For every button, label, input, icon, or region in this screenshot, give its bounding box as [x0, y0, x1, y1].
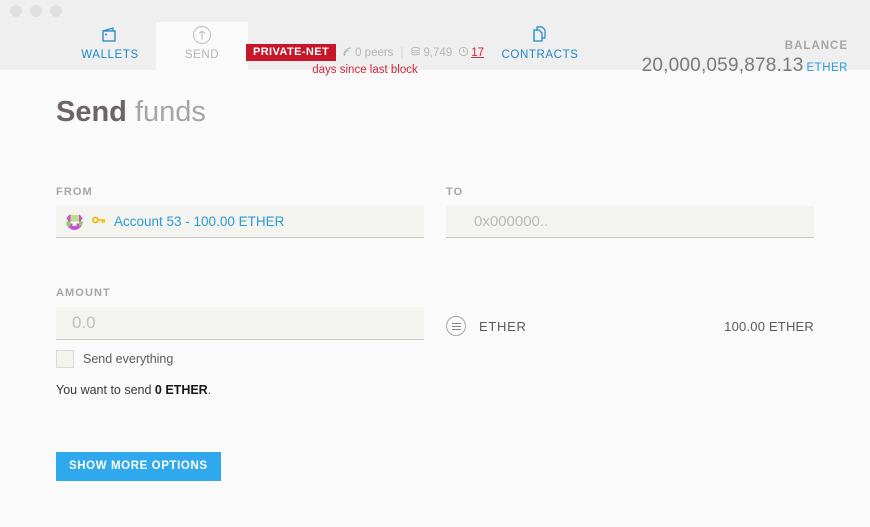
- amount-row: AMOUNT 0.0 Send everything You want to s…: [56, 287, 814, 481]
- peers-count: 0 peers: [355, 46, 394, 59]
- days-count: 17: [471, 46, 485, 59]
- signal-icon: [342, 46, 353, 60]
- documents-icon: [529, 24, 551, 46]
- to-address-placeholder: 0x000000..: [474, 213, 549, 230]
- available-amount: 100.00 ETHER: [724, 318, 814, 334]
- unit-selector-row: ETHER 100.00 ETHER: [446, 316, 814, 336]
- from-to-row: FROM Account 53 - 100.00 ETHER TO 0x0000…: [56, 186, 814, 238]
- clock-icon: [458, 46, 469, 60]
- from-account-select[interactable]: Account 53 - 100.00 ETHER: [56, 206, 424, 238]
- blocks-icon: [410, 46, 421, 60]
- nav-tab-wallets-label: WALLETS: [81, 49, 139, 61]
- nav-tab-contracts[interactable]: CONTRACTS: [494, 22, 586, 70]
- amount-placeholder: 0.0: [72, 313, 96, 332]
- page-title: Send funds: [56, 96, 814, 129]
- days-stat: 17: [458, 46, 484, 60]
- amount-label: AMOUNT: [56, 287, 111, 299]
- nav-tab-wallets[interactable]: WALLETS: [64, 22, 156, 70]
- amount-field-group: AMOUNT 0.0 Send everything You want to s…: [56, 287, 424, 481]
- nav-tab-send[interactable]: SEND: [156, 22, 248, 70]
- balance-display: BALANCE 20,000,059,878.13 ETHER: [642, 40, 848, 77]
- account-identicon: [66, 213, 83, 230]
- app-window: WALLETS SEND CONTRACTS PRIVATE-NET 0 pee…: [0, 0, 870, 527]
- wallet-icon: [100, 24, 120, 46]
- to-label: TO: [446, 186, 464, 198]
- from-account-text: Account 53 - 100.00 ETHER: [114, 214, 285, 229]
- from-label: FROM: [56, 186, 93, 198]
- window-close-button[interactable]: [10, 5, 22, 17]
- status-separator: |: [400, 46, 404, 59]
- balance-unit: ETHER: [806, 62, 848, 74]
- title-bar: [0, 0, 870, 22]
- show-more-options-button[interactable]: SHOW MORE OPTIONS: [56, 452, 221, 481]
- key-icon: [92, 215, 106, 229]
- to-field-group: TO 0x000000..: [446, 186, 814, 238]
- send-everything-row[interactable]: Send everything: [56, 350, 424, 368]
- main-navigation: WALLETS SEND CONTRACTS PRIVATE-NET 0 pee…: [0, 22, 870, 76]
- blocks-stat: 9,749: [410, 46, 452, 60]
- balance-label: BALANCE: [784, 40, 848, 52]
- nav-tab-send-label: SEND: [184, 49, 220, 61]
- page-title-bold: Send: [56, 96, 127, 128]
- last-block-text: days since last block: [312, 64, 418, 77]
- window-minimize-button[interactable]: [30, 5, 42, 17]
- to-address-input[interactable]: 0x000000..: [446, 206, 814, 238]
- network-badge: PRIVATE-NET: [245, 44, 337, 62]
- peers-stat: 0 peers: [342, 46, 393, 60]
- balance-value-row: 20,000,059,878.13 ETHER: [642, 55, 848, 77]
- network-status: PRIVATE-NET 0 peers | 9,749 17 days sinc…: [240, 44, 490, 76]
- unit-selector-group: ETHER 100.00 ETHER: [446, 287, 814, 481]
- main-content: Send funds FROM Account 53 - 100.00 ETHE…: [0, 96, 870, 481]
- send-everything-checkbox[interactable]: [56, 350, 74, 368]
- send-summary-prefix: You want to send: [56, 383, 155, 397]
- send-summary-suffix: .: [207, 383, 212, 397]
- window-maximize-button[interactable]: [50, 5, 62, 17]
- nav-tab-contracts-label: CONTRACTS: [501, 49, 579, 61]
- circle-menu-icon[interactable]: [446, 316, 466, 336]
- status-row-primary: PRIVATE-NET 0 peers | 9,749 17: [240, 44, 490, 62]
- send-arrow-icon: [191, 24, 213, 46]
- unit-name: ETHER: [479, 318, 527, 334]
- send-summary-amount: 0 ETHER: [154, 383, 208, 397]
- page-title-light: funds: [126, 96, 206, 128]
- from-field-group: FROM Account 53 - 100.00 ETHER: [56, 186, 424, 238]
- amount-input[interactable]: 0.0: [56, 307, 424, 340]
- send-summary: You want to send 0 ETHER.: [56, 383, 424, 397]
- send-everything-label: Send everything: [83, 352, 174, 366]
- blocks-count: 9,749: [423, 46, 453, 59]
- balance-amount: 20,000,059,878.13: [641, 55, 804, 76]
